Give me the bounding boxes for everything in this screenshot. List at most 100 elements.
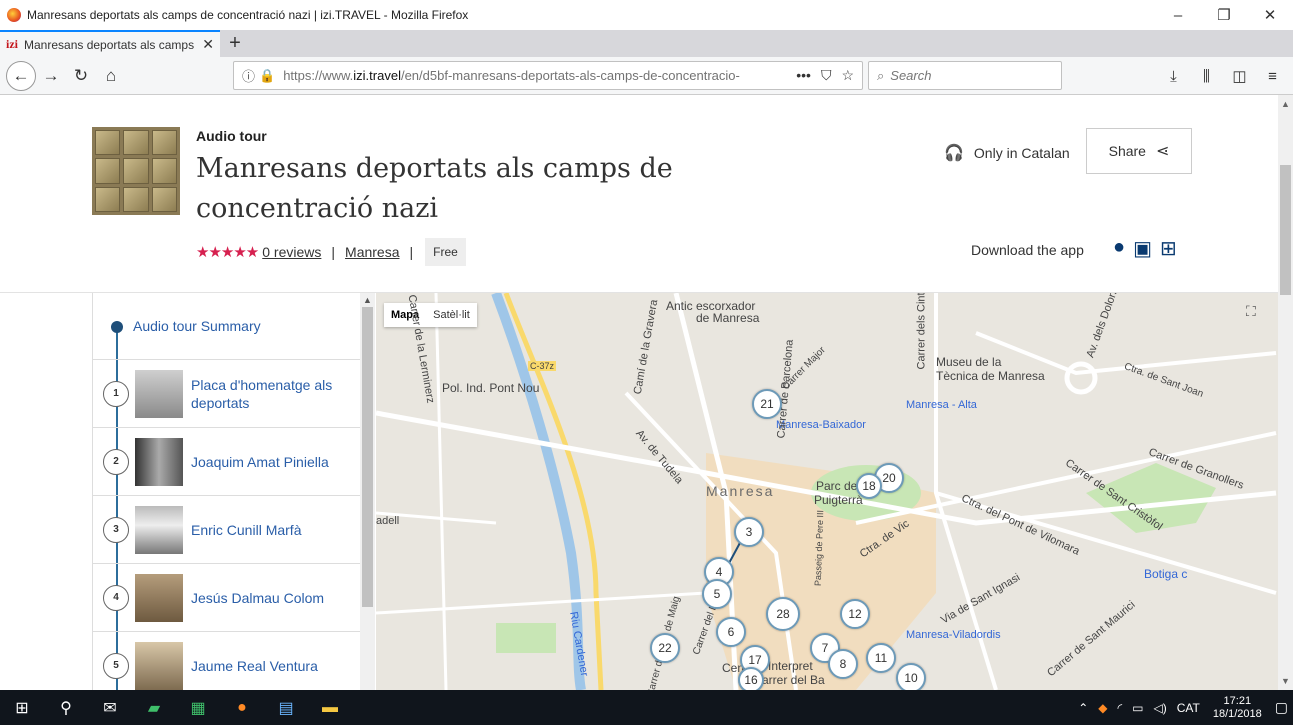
windows-icon[interactable]: ⊞ [1160,236,1177,261]
map-marker[interactable]: 8 [828,649,858,679]
minimize-icon[interactable]: – [1155,0,1201,30]
tray-app-icon[interactable]: ◆ [1098,701,1107,715]
map-label: Manresa [706,483,775,499]
map-marker[interactable]: 21 [752,389,782,419]
tray-chevron-icon[interactable]: ⌃ [1078,701,1088,715]
restore-icon[interactable]: ❐ [1201,0,1247,30]
city-link[interactable]: Manresa [345,244,399,260]
photos-icon[interactable]: ▰ [132,690,176,725]
android-icon[interactable]: ▣ [1133,236,1152,261]
spreadsheet-icon[interactable]: ▦ [176,690,220,725]
pocket-icon[interactable]: ⛉ [821,67,832,84]
page-content: Audio tour Manresans deportats als camps… [0,95,1278,690]
map-label: Botiga c [1144,567,1188,581]
download-icon[interactable]: ⤓ [1157,61,1190,91]
stops-sidebar: Audio tour Summary 1 Placa d'homenatge a… [92,293,375,690]
map-marker[interactable]: 28 [766,597,800,631]
url-text[interactable]: https://www.izi.travel/en/d5bf-manresans… [283,68,796,83]
list-item[interactable]: 5 Jaume Real Ventura [93,632,374,690]
reviews-link[interactable]: 0 reviews [262,244,321,260]
home-button[interactable]: ⌂ [96,61,126,91]
document-icon[interactable]: ▤ [264,690,308,725]
apple-icon[interactable]: ● [1113,236,1125,261]
share-button[interactable]: Share ⋖ [1086,128,1192,174]
app-store-links: ● ▣ ⊞ [1113,236,1177,261]
map-type-satellite-button[interactable]: Satèl·lit [426,303,477,327]
firefox-taskbar-icon[interactable]: ● [220,690,264,725]
sidebar-item-summary[interactable]: Audio tour Summary [93,293,374,360]
map-label: Manresa - Alta [906,399,977,411]
window-titlebar: Manresans deportats als camps de concent… [0,0,1293,30]
stop-thumbnail [135,370,183,418]
page-actions-icon[interactable]: ••• [796,67,811,84]
map-marker[interactable]: 11 [866,643,896,673]
tab-active[interactable]: izi Manresans deportats als camps ✕ [0,30,220,57]
search-input[interactable]: ⌕ Search [868,61,1062,90]
map-marker[interactable]: 18 [856,473,882,499]
forward-button[interactable]: → [36,61,66,91]
library-icon[interactable]: ⫼ [1190,61,1223,91]
windows-taskbar: ⊞ ⚲ ✉ ▰ ▦ ● ▤ ▬ ⌃ ◆ ◜ ▭ ◁) CAT 17:21 18/… [0,690,1293,725]
map-marker[interactable]: 22 [650,633,680,663]
search-icon[interactable]: ⚲ [44,690,88,725]
url-bar[interactable]: ⓘ 🔒 https://www.izi.travel/en/d5bf-manre… [233,61,863,90]
list-item[interactable]: 1 Placa d'homenatge als deportats [93,360,374,428]
sidebar-icon[interactable]: ◫ [1223,61,1256,91]
map-label: Museu de la [936,355,1002,369]
tab-strip: izi Manresans deportats als camps ✕ + [0,30,1293,57]
info-icon[interactable]: ⓘ [242,66,255,85]
map-label: Pol. Ind. Pont Nou [442,381,540,395]
back-button[interactable]: ← [6,60,36,91]
close-icon[interactable]: ✕ [1247,0,1293,30]
mail-icon[interactable]: ✉ [88,690,132,725]
language-info: 🎧 Only in Catalan [944,145,1070,162]
lock-icon: 🔒 [259,67,276,83]
map-label: C-37z [528,361,557,371]
list-item[interactable]: 3 Enric Cunill Marfà [93,496,374,564]
map-label: Puigterrà [814,493,863,507]
fullscreen-icon[interactable]: ⛶ [1246,303,1266,323]
share-icon: ⋖ [1155,143,1170,160]
map-marker[interactable]: 5 [702,579,732,609]
map-marker[interactable]: 12 [840,599,870,629]
sidebar-scrollbar[interactable]: ▲ [360,293,375,690]
map-label: Tècnica de Manresa [936,369,1045,383]
map-marker[interactable]: 6 [716,617,746,647]
navigation-toolbar: ← → ↻ ⌂ ⓘ 🔒 https://www.izi.travel/en/d5… [0,57,1293,95]
tab-close-icon[interactable]: ✕ [202,36,214,53]
new-tab-button[interactable]: + [220,30,250,57]
map-label: Carrer dels Cintaires [915,293,928,370]
stop-thumbnail [135,438,183,486]
wifi-icon[interactable]: ◜ [1117,701,1122,715]
firefox-icon [7,8,21,22]
map-label: Parc de [816,479,858,493]
map-marker[interactable]: 3 [734,517,764,547]
menu-icon[interactable]: ≡ [1256,61,1289,91]
battery-icon[interactable]: ▭ [1132,701,1143,715]
tab-title: Manresans deportats als camps [24,37,195,52]
headphones-icon: 🎧 [944,145,964,162]
map[interactable]: Mapa Satèl·lit ⛶ Antic escorxador de Man… [376,293,1278,690]
page-scrollbar[interactable]: ▲ ▼ [1278,95,1293,690]
file-explorer-icon[interactable]: ▬ [308,690,352,725]
page-title: Manresans deportats als camps de concent… [196,153,673,224]
start-icon[interactable]: ⊞ [0,690,44,725]
language-indicator[interactable]: CAT [1177,701,1200,715]
rating-stars: ★★★★★ [196,244,259,261]
list-item[interactable]: 2 Joaquim Amat Piniella [93,428,374,496]
tour-type: Audio tour [196,128,267,144]
reload-button[interactable]: ↻ [66,61,96,91]
map-marker[interactable]: 16 [738,667,764,690]
notifications-icon[interactable]: ▢ [1275,699,1288,716]
map-marker[interactable]: 10 [896,663,926,690]
bookmark-star-icon[interactable]: ☆ [841,67,854,84]
clock[interactable]: 17:21 18/1/2018 [1213,695,1262,721]
window-title: Manresans deportats als camps de concent… [27,8,469,22]
volume-icon[interactable]: ◁) [1153,701,1166,715]
list-item[interactable]: 4 Jesús Dalmau Colom [93,564,374,632]
stop-thumbnail [135,506,183,554]
izi-favicon-icon: izi [6,37,18,51]
system-tray: ⌃ ◆ ◜ ▭ ◁) CAT 17:21 18/1/2018 ▢ [1073,690,1293,725]
map-label: Manresa-Baixador [776,419,866,431]
stop-thumbnail [135,642,183,690]
